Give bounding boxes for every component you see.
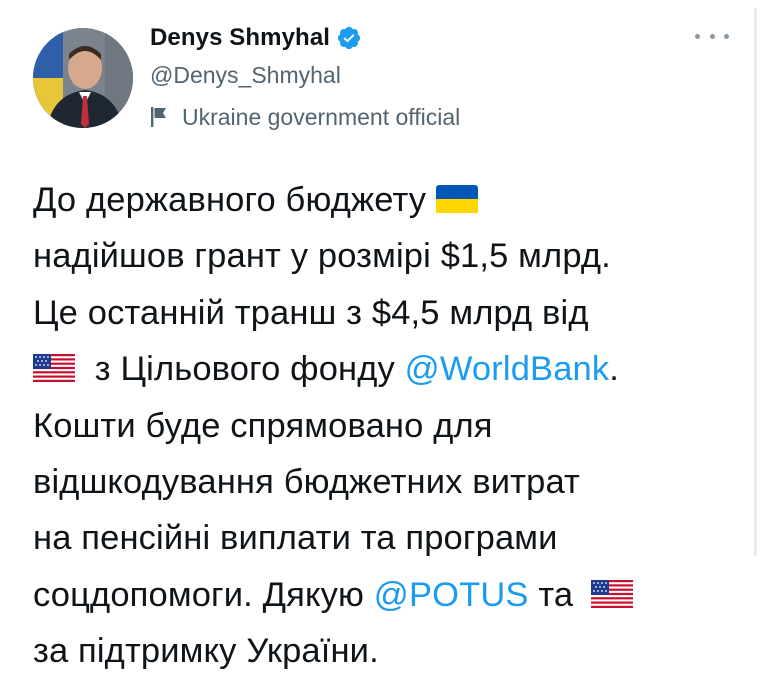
tweet-text-segment: відшкодування бюджетних витрат [33, 462, 580, 501]
tweet-text-segment: Це останній транш з $4,5 млрд від [33, 293, 589, 332]
tweet-line: Кошти буде спрямовано для [33, 398, 733, 454]
more-options-icon[interactable] [695, 28, 729, 44]
scrollbar[interactable] [754, 8, 757, 556]
verified-badge-icon [336, 25, 362, 51]
avatar[interactable] [33, 28, 133, 128]
tweet-header: Denys Shmyhal @Denys_Shmyhal Ukraine gov… [150, 22, 460, 132]
tweet-text-segment: за підтримку України. [33, 632, 379, 671]
tweet-line: на пенсійні виплати та програми [33, 510, 733, 566]
tweet-line: відшкодування бюджетних витрат [33, 454, 733, 510]
account-label: Ukraine government official [182, 103, 461, 130]
tweet-text-segment: з Цільового фонду [94, 350, 405, 389]
tweet-line: До державного бюджету [33, 172, 733, 228]
handle[interactable]: @Denys_Shmyhal [150, 60, 460, 90]
tweet-line: Це останній транш з $4,5 млрд від [33, 285, 733, 341]
tweet-text-segment: та [528, 575, 574, 614]
us-flag-emoji [33, 354, 75, 383]
flag-icon [150, 106, 170, 128]
tweet-text-segment: Кошти буде спрямовано для [33, 406, 493, 445]
account-label-row: Ukraine government official [150, 102, 460, 132]
tweet-text-segment: . [609, 350, 620, 389]
us-flag-emoji [590, 579, 633, 608]
name-row: Denys Shmyhal [150, 22, 460, 54]
tweet-line: соцдопомоги. Дякую @POTUS та [33, 567, 733, 623]
tweet-line: з Цільового фонду @WorldBank. [33, 341, 733, 397]
tweet-text: До державного бюджету надійшов грант у р… [33, 172, 733, 680]
ukraine-flag-emoji [435, 184, 478, 213]
tweet-line: надійшов грант у розмірі $1,5 млрд. [33, 228, 733, 284]
display-name[interactable]: Denys Shmyhal [150, 24, 330, 52]
tweet-text-segment: на пенсійні виплати та програми [33, 519, 558, 558]
tweet-line: за підтримку України. [33, 623, 733, 679]
tweet: Denys Shmyhal @Denys_Shmyhal Ukraine gov… [0, 0, 761, 700]
tweet-text-segment: надійшов грант у розмірі $1,5 млрд. [33, 237, 611, 276]
mention-potus-link[interactable]: @POTUS [374, 576, 529, 614]
mention-worldbank-link[interactable]: @WorldBank [405, 350, 610, 388]
tweet-text-segment: соцдопомоги. Дякую [33, 575, 374, 614]
tweet-text-segment: До державного бюджету [33, 181, 427, 219]
